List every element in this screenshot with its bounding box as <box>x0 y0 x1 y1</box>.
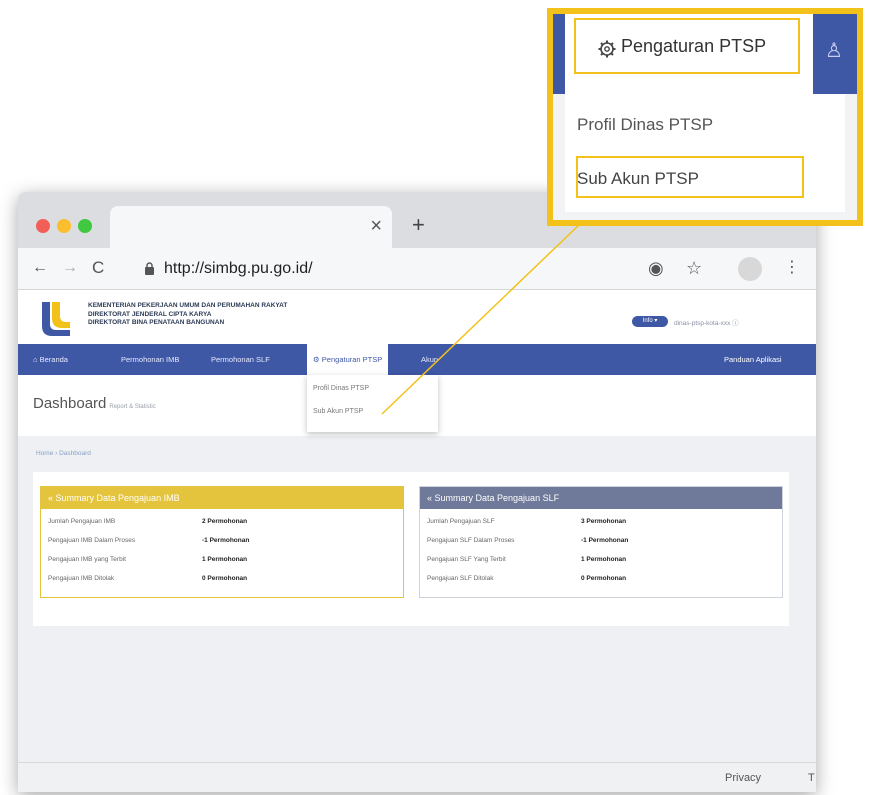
ministry-name: KEMENTERIAN PEKERJAAN UMUM DAN PERUMAHAN… <box>88 302 288 309</box>
back-arrow-icon[interactable]: ← <box>32 258 48 278</box>
dashboard-content: « Summary Data Pengajuan IMB Jumlah Peng… <box>33 472 789 626</box>
browser-window: × + ← → C http://simbg.pu.go.id/ ◉ ☆ ⋮ K… <box>18 192 816 792</box>
ministry-header-text: KEMENTERIAN PEKERJAAN UMUM DAN PERUMAHAN… <box>88 302 287 328</box>
row-value: 0 Permohonan <box>581 575 627 582</box>
slf-card-header: « Summary Data Pengajuan SLF <box>420 487 782 509</box>
tab-close-icon[interactable]: × <box>370 214 382 238</box>
menu-item-profil-dinas[interactable]: Profil Dinas PTSP <box>313 385 369 392</box>
nav-permohonan-imb[interactable]: Permohonan IMB <box>121 344 179 375</box>
nav-beranda[interactable]: ⌂ Beranda <box>33 344 68 375</box>
row-value: 0 Permohonan <box>202 575 248 582</box>
info-dropdown[interactable]: Info ▾ <box>632 316 668 327</box>
imb-card-title: Summary Data Pengajuan IMB <box>55 493 180 503</box>
imb-card-header: « Summary Data Pengajuan IMB <box>41 487 403 509</box>
privacy-link[interactable]: Privacy <box>725 772 761 784</box>
location-icon[interactable]: ◉ <box>648 257 664 279</box>
close-window-button[interactable] <box>36 219 50 233</box>
reload-icon[interactable]: C <box>92 258 104 278</box>
new-tab-button[interactable]: + <box>412 212 425 238</box>
pengaturan-dropdown: Profil Dinas PTSP Sub Akun PTSP <box>307 375 438 432</box>
nav-panduan-aplikasi[interactable]: Panduan Aplikasi <box>724 344 782 375</box>
nav-pengaturan-ptsp[interactable]: ⚙ Pengaturan PTSP <box>307 344 389 375</box>
callout-item-profil-dinas[interactable]: Profil Dinas PTSP <box>577 115 713 135</box>
forward-arrow-icon[interactable]: → <box>62 258 78 278</box>
slf-card-title: Summary Data Pengajuan SLF <box>434 493 560 503</box>
profile-avatar[interactable] <box>738 257 762 281</box>
zoom-callout: ♙ Pengaturan PTSP Profil Dinas PTSP Sub … <box>547 8 863 226</box>
page-title-text: Dashboard <box>33 395 107 412</box>
row-value: -1 Permohonan <box>202 537 250 544</box>
row-label: Pengajuan SLF Dalam Proses <box>427 537 515 544</box>
terms-link[interactable]: T <box>808 772 815 784</box>
pupr-logo <box>36 298 74 336</box>
lock-icon <box>145 262 154 275</box>
page-subtitle: Report & Statistic <box>109 404 156 410</box>
maximize-window-button[interactable] <box>78 219 92 233</box>
row-value: 3 Permohonan <box>581 518 627 525</box>
menu-item-sub-akun[interactable]: Sub Akun PTSP <box>313 408 363 415</box>
row-label: Pengajuan IMB Dalam Proses <box>48 537 136 544</box>
nav-permohonan-slf[interactable]: Permohonan SLF <box>211 344 270 375</box>
slf-summary-card: « Summary Data Pengajuan SLF Jumlah Peng… <box>419 486 783 598</box>
site-header: KEMENTERIAN PEKERJAAN UMUM DAN PERUMAHAN… <box>18 290 816 344</box>
user-account-text[interactable]: dinas-ptsp-kota-xxx ⓘ <box>674 317 739 327</box>
row-label: Jumlah Pengajuan IMB <box>48 518 116 525</box>
browser-status-bar: Privacy T <box>18 762 816 792</box>
callout-menu-title[interactable]: Pengaturan PTSP <box>621 36 766 57</box>
nav-akun[interactable]: Akun <box>421 344 438 375</box>
page-viewport: KEMENTERIAN PEKERJAAN UMUM DAN PERUMAHAN… <box>18 290 816 792</box>
gear-icon <box>598 40 616 58</box>
row-value: 1 Permohonan <box>202 556 248 563</box>
page-title: Dashboard Report & Statistic <box>33 395 156 412</box>
browser-tab[interactable]: × <box>110 206 392 248</box>
row-value: 2 Permohonan <box>202 518 248 525</box>
row-label: Pengajuan SLF Yang Terbit <box>427 556 506 563</box>
imb-summary-card: « Summary Data Pengajuan IMB Jumlah Peng… <box>40 486 404 598</box>
row-value: -1 Permohonan <box>581 537 629 544</box>
user-icon: ♙ <box>825 40 843 62</box>
address-bar[interactable]: http://simbg.pu.go.id/ <box>164 258 313 280</box>
row-label: Jumlah Pengajuan SLF <box>427 518 495 525</box>
callout-item-sub-akun[interactable]: Sub Akun PTSP <box>577 169 699 189</box>
main-navbar: ⌂ Beranda Permohonan IMB Permohonan SLF … <box>18 344 816 375</box>
row-label: Pengajuan IMB Ditolak <box>48 575 115 582</box>
directorate-general: DIREKTORAT JENDERAL CIPTA KARYA <box>88 310 212 318</box>
row-label: Pengajuan IMB yang Terbit <box>48 556 126 563</box>
bookmark-star-icon[interactable]: ☆ <box>686 257 702 279</box>
row-value: 1 Permohonan <box>581 556 627 563</box>
row-label: Pengajuan SLF Ditolak <box>427 575 494 582</box>
breadcrumb[interactable]: Home › Dashboard <box>36 450 91 457</box>
minimize-window-button[interactable] <box>57 219 71 233</box>
browser-toolbar: ← → C http://simbg.pu.go.id/ ◉ ☆ ⋮ <box>18 248 816 290</box>
browser-menu-icon[interactable]: ⋮ <box>784 257 800 279</box>
directorate: DIREKTORAT BINA PENATAAN BANGUNAN <box>88 319 225 326</box>
